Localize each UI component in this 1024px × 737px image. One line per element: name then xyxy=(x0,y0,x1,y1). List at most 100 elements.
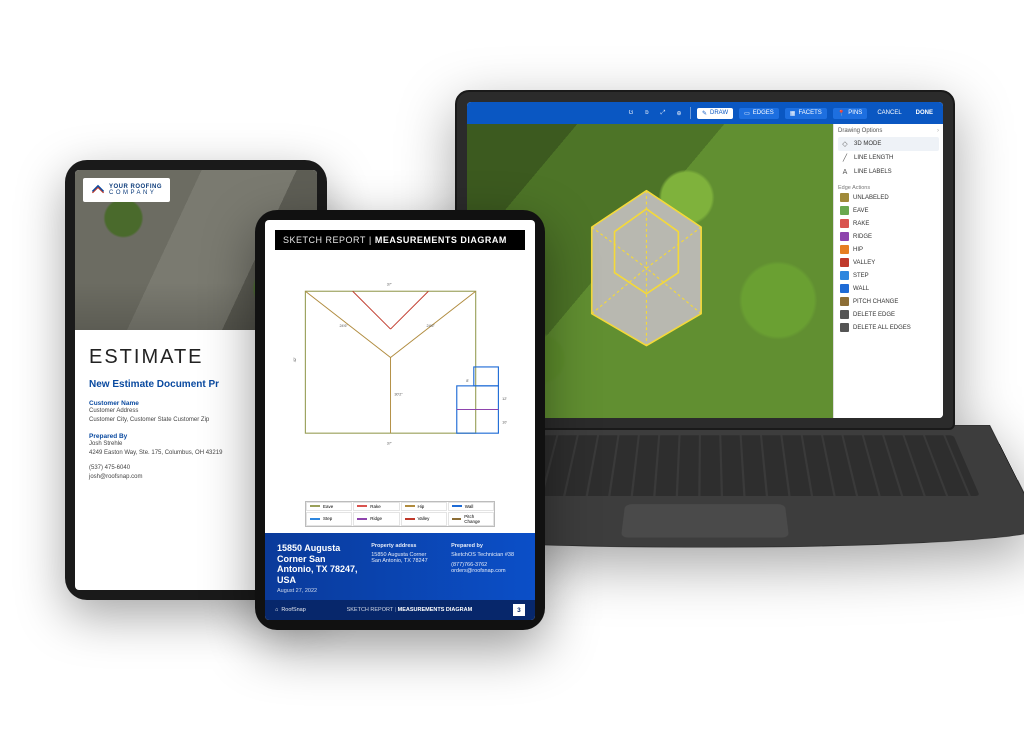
prepared-by-name: SketchOS Technician #38 xyxy=(451,552,523,558)
color-swatch xyxy=(840,245,849,254)
legend-label: Eave xyxy=(323,504,333,509)
edge-action-label: DELETE ALL EDGES xyxy=(853,325,911,331)
drawing-option-3d-mode[interactable]: ◇ 3D MODE xyxy=(838,137,939,151)
svg-text:12': 12' xyxy=(502,397,507,401)
roof-icon: ⌂ xyxy=(275,607,278,613)
option-label: LINE LENGTH xyxy=(854,155,893,161)
edge-action-ridge[interactable]: RIDGE xyxy=(838,230,939,243)
sketch-report-page: SKETCH REPORT | MEASUREMENTS DIAGRAM xyxy=(265,220,535,620)
tablet-sketch-report: SKETCH REPORT | MEASUREMENTS DIAGRAM xyxy=(255,210,545,630)
draw-mode-button[interactable]: ✎ DRAW xyxy=(697,108,733,119)
company-logo-badge: YOUR ROOFING COMPANY xyxy=(83,178,170,202)
panel-title: Drawing Options › xyxy=(838,128,939,134)
prepared-by-label: Prepared By xyxy=(89,433,222,440)
pins-mode-button[interactable]: 📍 PINS xyxy=(833,108,868,119)
cancel-button[interactable]: CANCEL xyxy=(873,108,905,118)
measurements-diagram: 37' 24'6" 24'6" 42' 30'2" 37' 8' 12' 10' xyxy=(277,256,523,497)
edge-action-label: RAKE xyxy=(853,221,869,227)
legend-label: Wall xyxy=(465,504,474,509)
legend-label: Ridge xyxy=(370,516,382,521)
edge-action-unlabeled[interactable]: UNLABELED xyxy=(838,191,939,204)
pin-icon: 📍 xyxy=(838,110,845,117)
prepared-by-email: orders@roofsnap.com xyxy=(451,568,523,574)
legend-eave: Eave xyxy=(306,502,352,511)
color-swatch xyxy=(840,232,849,241)
legend-swatch xyxy=(310,505,320,507)
locate-icon[interactable]: ⊕ xyxy=(674,110,684,117)
svg-text:10': 10' xyxy=(502,421,507,425)
brand-mark: ⌂ RoofSnap xyxy=(275,607,306,613)
edges-icon: ▭ xyxy=(744,110,750,117)
option-label: 3D MODE xyxy=(854,141,881,147)
color-swatch xyxy=(840,271,849,280)
edge-action-hip[interactable]: HIP xyxy=(838,243,939,256)
color-swatch xyxy=(840,284,849,293)
option-label: LINE LABELS xyxy=(854,169,892,175)
legend-rake: Rake xyxy=(353,502,399,511)
edge-action-label: VALLEY xyxy=(853,260,875,266)
preparer-name: Josh Strehle xyxy=(89,440,222,449)
legend-swatch xyxy=(310,518,320,520)
legend-ridge: Ridge xyxy=(353,512,399,526)
option-icon: ◇ xyxy=(840,139,850,149)
drawing-options-panel: Drawing Options › ◇ 3D MODE ╱LINE LENGTH AL… xyxy=(833,124,943,418)
color-swatch xyxy=(840,310,849,319)
svg-text:24'6": 24'6" xyxy=(426,324,435,328)
legend-label: Rake xyxy=(370,504,381,509)
roof-logo-icon xyxy=(91,183,105,197)
color-swatch xyxy=(840,193,849,202)
edge-action-label: RIDGE xyxy=(853,234,872,240)
edge-action-pitch-change[interactable]: PITCH CHANGE xyxy=(838,295,939,308)
edge-action-label: DELETE EDGE xyxy=(853,312,895,318)
edge-action-valley[interactable]: VALLEY xyxy=(838,256,939,269)
svg-text:37': 37' xyxy=(387,442,392,446)
legend-label: Valley xyxy=(418,516,430,521)
legend-label: Hip xyxy=(418,504,425,509)
drawing-option-line-length[interactable]: ╱LINE LENGTH xyxy=(838,151,939,165)
color-swatch xyxy=(840,206,849,215)
done-button[interactable]: DONE xyxy=(912,108,937,118)
edge-action-label: WALL xyxy=(853,286,869,292)
edge-action-delete-all-edges[interactable]: DELETE ALL EDGES xyxy=(838,321,939,334)
color-swatch xyxy=(840,258,849,267)
report-footer: 15850 Augusta Corner San Antonio, TX 782… xyxy=(265,533,535,600)
facets-icon: ▦ xyxy=(790,110,796,117)
edge-action-label: HIP xyxy=(853,247,863,253)
page-number: 3 xyxy=(513,604,525,616)
svg-text:8': 8' xyxy=(466,379,469,383)
option-icon: A xyxy=(840,167,850,177)
edge-action-rake[interactable]: RAKE xyxy=(838,217,939,230)
preparer-address: 4249 Easton Way, Ste. 175, Columbus, OH … xyxy=(89,449,222,458)
pencil-icon: ✎ xyxy=(702,110,707,117)
edge-action-wall[interactable]: WALL xyxy=(838,282,939,295)
edge-action-label: STEP xyxy=(853,273,869,279)
expand-icon[interactable]: ⤢ xyxy=(658,110,668,117)
legend-swatch xyxy=(357,505,367,507)
laptop-trackpad xyxy=(621,504,789,537)
footer-address: 15850 Augusta Corner San Antonio, TX 782… xyxy=(277,543,363,586)
legend-valley: Valley xyxy=(401,512,447,526)
property-address-value: 15850 Augusta Corner San Antonio, TX 782… xyxy=(371,552,443,564)
edge-action-label: PITCH CHANGE xyxy=(853,299,898,305)
legend-label: Step xyxy=(323,516,332,521)
facets-mode-button[interactable]: ▦ FACETS xyxy=(785,108,827,119)
edges-mode-button[interactable]: ▭ EDGES xyxy=(739,108,779,119)
property-address-label: Property address xyxy=(371,543,443,549)
roof-outline-overlay[interactable] xyxy=(533,177,760,359)
legend-wall: Wall xyxy=(448,502,494,511)
legend-swatch xyxy=(357,518,367,520)
company-logo-text: YOUR ROOFING COMPANY xyxy=(109,184,162,196)
edge-action-eave[interactable]: EAVE xyxy=(838,204,939,217)
drawing-option-line-labels[interactable]: A LINE LABELS xyxy=(838,165,939,179)
chevron-right-icon[interactable]: › xyxy=(937,128,939,134)
edge-action-step[interactable]: STEP xyxy=(838,269,939,282)
legend-swatch xyxy=(452,518,462,520)
edge-action-delete-edge[interactable]: DELETE EDGE xyxy=(838,308,939,321)
footer-date: August 27, 2022 xyxy=(277,588,363,594)
color-swatch xyxy=(840,323,849,332)
app-toolbar: G b ⤢ ⊕ ✎ DRAW ▭ EDGES ▦ FACETS xyxy=(467,102,943,124)
legend-pitch-change: Pitch Change xyxy=(448,512,494,526)
bing-maps-icon[interactable]: b xyxy=(642,110,652,116)
marketing-composite: G b ⤢ ⊕ ✎ DRAW ▭ EDGES ▦ FACETS xyxy=(0,0,1024,737)
google-maps-icon[interactable]: G xyxy=(626,110,636,116)
